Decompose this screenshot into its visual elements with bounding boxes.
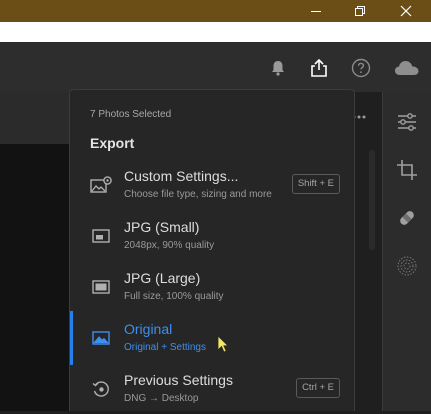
help-icon [351,58,371,78]
minimize-icon [311,11,321,12]
close-icon [400,5,412,17]
history-icon [90,380,112,398]
scrollbar[interactable] [369,150,375,250]
window-titlebar [0,0,431,22]
photo-grid-panel [0,92,70,411]
restore-button[interactable] [338,0,382,22]
item-label: Custom Settings... [124,168,239,184]
item-description: 2048px, 90% quality [124,240,215,251]
share-export-button[interactable] [306,56,332,80]
healing-tool-button[interactable] [393,204,421,232]
edit-adjust-button[interactable] [393,108,421,136]
mouse-cursor-icon [217,335,229,353]
cloud-icon [395,61,419,75]
photo-area [0,144,70,411]
cloud-status-button[interactable] [393,56,421,80]
item-label: Previous Settings [124,372,233,388]
export-jpg-large-item[interactable]: JPG (Large) Full size, 100% quality [70,268,354,312]
item-description: Original + Settings [124,342,206,353]
export-original-item[interactable]: Original Original + Settings [70,311,354,365]
item-description: Full size, 100% quality [124,291,224,302]
export-custom-settings-item[interactable]: Custom Settings... Choose file type, siz… [70,166,354,210]
item-label: JPG (Large) [124,270,201,286]
item-label: JPG (Small) [124,219,200,235]
crop-tool-button[interactable] [393,156,421,184]
export-menu: 7 Photos Selected Export Custom Settings… [69,89,355,411]
shortcut-badge: Shift + E [291,174,340,194]
selection-count: 7 Photos Selected [90,109,172,120]
bell-icon [272,61,284,76]
address-strip [0,22,431,42]
export-jpg-small-item[interactable]: JPG (Small) 2048px, 90% quality [70,217,354,261]
export-previous-settings-item[interactable]: Previous Settings DNG → Desktop Ctrl + E [70,370,354,414]
item-label: Original [124,321,173,337]
masking-tool-button[interactable] [393,252,421,280]
active-indicator [70,311,73,365]
edit-tools-panel [382,92,431,411]
notifications-button[interactable] [265,56,291,80]
export-menu-title: Export [90,135,135,151]
image-settings-icon [90,176,112,194]
restore-icon [355,6,365,16]
share-icon [311,58,327,77]
grid-header [0,92,70,144]
help-button[interactable] [348,56,374,80]
minimize-button[interactable] [294,0,338,22]
crop-icon [397,160,417,180]
item-description: DNG → Desktop [124,393,199,404]
image-small-icon [90,227,112,245]
item-description: Choose file type, sizing and more [124,189,272,200]
healing-icon [400,211,414,225]
close-window-button[interactable] [384,0,428,22]
panel-gutter [352,92,382,411]
image-large-icon [90,278,112,296]
shortcut-badge: Ctrl + E [296,378,340,398]
image-original-icon [90,329,112,347]
adjust-sliders-icon [398,113,416,131]
masking-icon [397,256,417,276]
